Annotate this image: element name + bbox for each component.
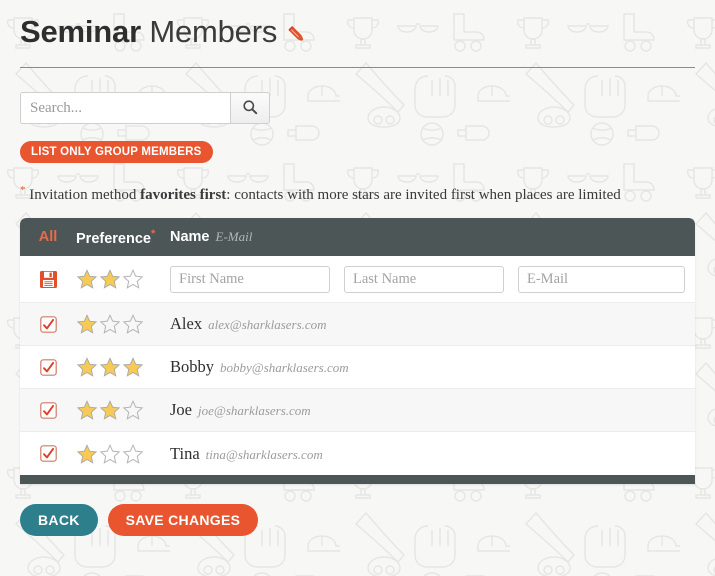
invitation-method-note: * Invitation method favorites first: con… [20,181,695,204]
table-footer-bar [20,475,695,484]
column-header-email[interactable]: E-Mail [216,229,253,244]
note-lead: Invitation method [29,187,141,203]
member-rows-container: Alex alex@sharklasers.com Bobby bobby@shark… [20,303,695,475]
note-bold: favorites first [140,187,227,203]
table-row: Alex alex@sharklasers.com [20,303,695,346]
email-input[interactable] [518,265,685,293]
star-icon-3[interactable] [122,268,144,290]
member-name: Alex [170,314,203,333]
first-name-input[interactable] [170,265,330,293]
star-icon-1[interactable] [76,356,98,378]
page-title-rest: Members [140,14,278,49]
member-select-cell [20,445,76,462]
list-only-group-members-button[interactable]: LIST ONLY GROUP MEMBERS [20,141,213,163]
new-member-inputs [170,265,695,293]
member-select-cell [20,401,76,419]
member-email: joe@sharklasers.com [198,403,311,418]
search-input[interactable] [20,92,230,124]
table-header-row: All Preference* Name E-Mail [20,218,695,256]
member-identity: Alex alex@sharklasers.com [170,314,695,334]
note-tail: : contacts with more stars are invited f… [226,187,621,203]
member-identity: Tina tina@sharklasers.com [170,444,695,464]
member-name: Tina [170,443,200,463]
table-row: Bobby bobby@sharklasers.com [20,346,695,389]
member-email: alex@sharklasers.com [208,317,327,332]
member-name: Joe [170,400,192,419]
page-title-strong: Seminar [20,14,141,49]
form-actions: BACK SAVE CHANGES [20,504,695,536]
star-icon-2[interactable] [99,356,121,378]
member-email: tina@sharklasers.com [205,446,323,462]
star-icon-2[interactable] [99,399,121,421]
search-icon [242,99,258,118]
member-select-cell [20,315,76,333]
star-icon-3[interactable] [122,356,144,378]
new-member-preference-stars [76,268,170,290]
new-member-save-cell [20,270,76,289]
page-container: Seminar Members Search... LIST ONLY GROU… [0,0,715,536]
member-email: bobby@sharklasers.com [220,360,349,375]
note-asterisk: * [20,184,26,196]
member-identity: Bobby bobby@sharklasers.com [170,357,695,377]
member-identity: Joe joe@sharklasers.com [170,400,695,420]
preference-stars [76,356,170,378]
star-icon-3[interactable] [122,399,144,421]
checkbox-checked-icon[interactable] [39,445,57,462]
checkbox-checked-icon[interactable] [39,315,57,333]
star-icon-2[interactable] [99,443,121,465]
title-divider [20,67,695,68]
members-table: All Preference* Name E-Mail First Name L… [20,218,695,484]
column-header-all[interactable]: All [20,229,76,245]
star-icon-1[interactable] [76,443,98,465]
table-body: Alex alex@sharklasers.com Bobby bobby@shark… [20,256,695,475]
floppy-disk-icon[interactable] [39,270,58,289]
star-icon-3[interactable] [122,443,144,465]
checkbox-checked-icon[interactable] [39,401,57,419]
table-row: Tina tina@sharklasers.com [20,432,695,475]
star-icon-1[interactable] [76,399,98,421]
member-name: Bobby [170,357,215,376]
table-row: Joe joe@sharklasers.com [20,389,695,432]
star-icon-3[interactable] [122,313,144,335]
new-member-row [20,256,695,303]
back-button[interactable]: BACK [20,504,98,536]
pencil-icon[interactable] [285,23,309,47]
column-header-preference[interactable]: Preference* [76,228,170,247]
save-changes-button[interactable]: SAVE CHANGES [107,504,259,536]
page-title: Seminar Members [20,14,277,50]
star-icon-2[interactable] [99,313,121,335]
search-button[interactable] [230,92,270,124]
preference-stars [76,313,170,335]
star-icon-1[interactable] [76,268,98,290]
preference-stars [76,399,170,421]
column-header-name-group: Name E-Mail [170,228,252,246]
column-header-preference-label: Preference [76,230,151,247]
member-select-cell [20,358,76,376]
search-row [20,92,695,124]
checkbox-checked-icon[interactable] [39,358,57,376]
page-header: Seminar Members [20,0,695,50]
star-icon-1[interactable] [76,313,98,335]
column-header-name[interactable]: Name [170,229,210,245]
column-header-preference-asterisk: * [150,227,156,240]
star-icon-2[interactable] [99,268,121,290]
preference-stars [76,443,170,465]
last-name-input[interactable] [344,265,504,293]
